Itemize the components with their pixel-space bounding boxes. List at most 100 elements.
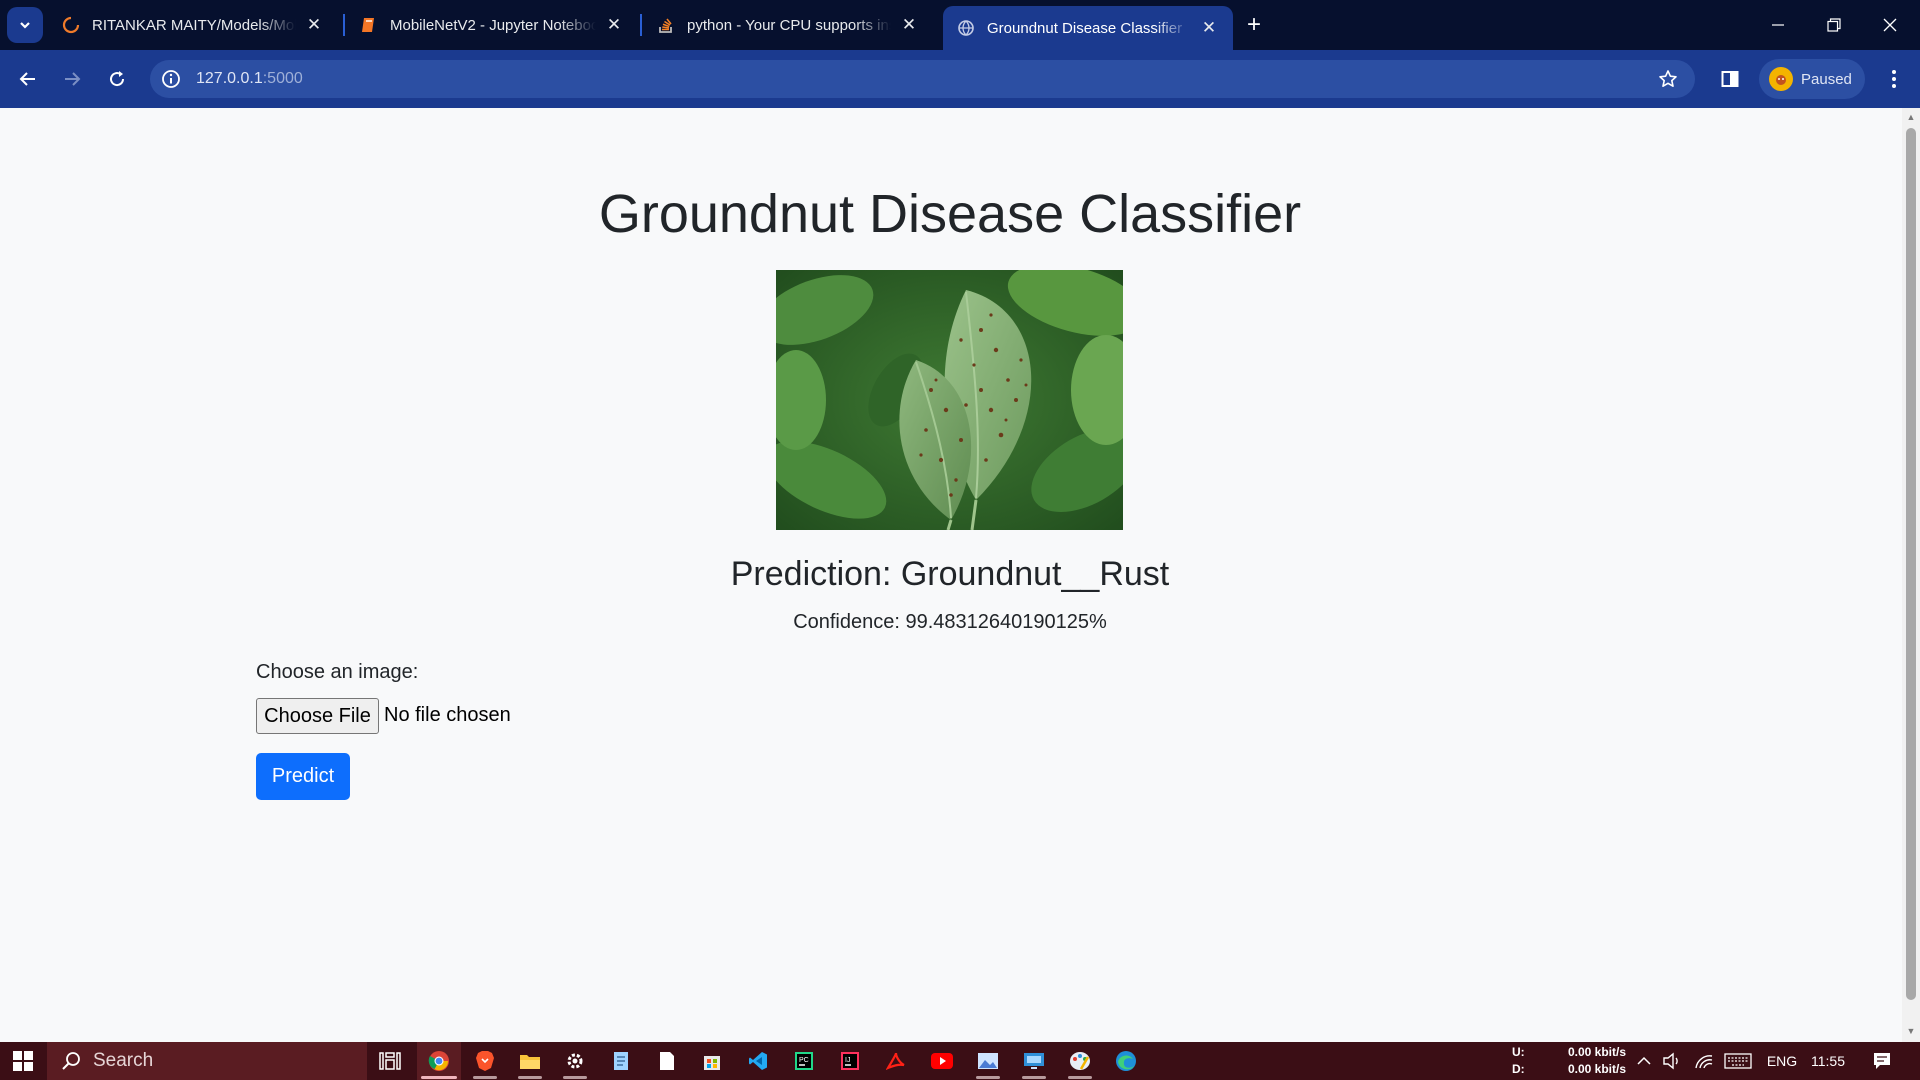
page-title: Groundnut Disease Classifier	[598, 184, 1302, 244]
running-indicator	[1022, 1076, 1046, 1079]
taskbar-app-document[interactable]	[645, 1042, 689, 1080]
wifi-icon	[1695, 1055, 1713, 1069]
tab-search-button[interactable]	[7, 7, 43, 43]
taskbar-app-file-explorer[interactable]	[508, 1042, 552, 1080]
pycharm-icon: PC	[795, 1052, 813, 1070]
network-speed-meter: U: 0.00 kbit/s D: 0.00 kbit/s	[1510, 1045, 1630, 1079]
keyboard-icon	[1724, 1053, 1752, 1069]
chevron-up-icon	[1637, 1056, 1651, 1065]
search-placeholder: Search	[93, 1050, 154, 1071]
paint-icon	[1070, 1052, 1090, 1070]
acrobat-icon	[886, 1052, 905, 1070]
running-indicator	[421, 1076, 457, 1079]
taskbar-app-vscode[interactable]	[736, 1042, 780, 1080]
taskbar-app-intellij[interactable]: IJ	[828, 1042, 872, 1080]
predict-button[interactable]: Predict	[256, 753, 350, 800]
tab-separator	[343, 14, 345, 36]
url-text[interactable]: 127.0.0.1:5000	[196, 70, 303, 88]
more-vert-icon	[1892, 70, 1896, 88]
page-scrollbar[interactable]: ▲ ▼	[1902, 108, 1920, 1042]
task-view-button[interactable]	[368, 1042, 412, 1080]
forward-button[interactable]	[56, 63, 88, 95]
new-tab-button[interactable]: +	[1240, 11, 1268, 39]
volume-button[interactable]	[1660, 1042, 1684, 1080]
tab-title: RITANKAR MAITY/Models/Mob	[92, 16, 296, 34]
file-explorer-icon	[520, 1055, 540, 1069]
taskbar-app-photos[interactable]	[966, 1042, 1010, 1080]
youtube-icon	[931, 1053, 953, 1069]
star-icon[interactable]	[1657, 68, 1679, 90]
task-view-icon	[379, 1052, 401, 1070]
close-window-button[interactable]	[1862, 0, 1918, 50]
document-icon	[660, 1052, 674, 1070]
running-indicator	[1068, 1076, 1092, 1079]
scroll-down-icon[interactable]: ▼	[1906, 1026, 1916, 1036]
site-info-icon[interactable]	[160, 68, 182, 90]
scroll-up-icon[interactable]: ▲	[1906, 112, 1916, 122]
taskbar-app-remote-desktop[interactable]	[1012, 1042, 1056, 1080]
address-bar[interactable]: 127.0.0.1:5000	[150, 60, 1695, 98]
profile-button[interactable]: Paused	[1759, 59, 1865, 99]
tab-github[interactable]: RITANKAR MAITY/Models/Mob ✕	[48, 0, 338, 50]
tab-stackoverflow[interactable]: python - Your CPU supports ins ✕	[643, 0, 933, 50]
taskbar-app-youtube[interactable]	[920, 1042, 964, 1080]
close-icon[interactable]: ✕	[302, 13, 326, 37]
show-hidden-icons-button[interactable]	[1634, 1042, 1654, 1080]
minimize-button[interactable]	[1750, 0, 1806, 50]
jupyter-notebook-icon	[360, 16, 378, 34]
taskbar-app-acrobat[interactable]	[874, 1042, 918, 1080]
chrome-icon	[428, 1051, 449, 1071]
taskbar-app-settings[interactable]	[553, 1042, 597, 1080]
search-icon	[61, 1051, 81, 1071]
keyboard-button[interactable]	[1722, 1042, 1754, 1080]
language-indicator[interactable]: ENG	[1765, 1042, 1799, 1080]
close-icon[interactable]: ✕	[1197, 16, 1221, 40]
side-panel-button[interactable]	[1716, 65, 1744, 93]
browser-menu-button[interactable]	[1880, 64, 1908, 94]
taskbar-app-paint[interactable]	[1058, 1042, 1102, 1080]
profile-status: Paused	[1801, 70, 1852, 88]
taskbar-app-store[interactable]	[690, 1042, 734, 1080]
restore-icon	[1827, 18, 1841, 32]
intellij-icon: IJ	[841, 1052, 859, 1070]
minimize-icon	[1772, 24, 1784, 26]
taskbar-search[interactable]: Search	[47, 1042, 367, 1080]
notifications-button[interactable]	[1868, 1042, 1896, 1080]
svg-text:PC: PC	[799, 1057, 809, 1064]
taskbar-app-pycharm[interactable]: PC	[782, 1042, 826, 1080]
prediction-text: Prediction: Groundnut__Rust	[730, 555, 1170, 593]
scrollbar-thumb[interactable]	[1906, 128, 1916, 1000]
store-icon	[704, 1056, 720, 1070]
restore-button[interactable]	[1806, 0, 1862, 50]
download-label: D:	[1512, 1062, 1525, 1076]
file-status-text: No file chosen	[384, 704, 511, 726]
start-button[interactable]	[0, 1042, 45, 1080]
close-icon	[1883, 18, 1897, 32]
clock[interactable]: 11:55	[1806, 1042, 1850, 1080]
reload-icon	[110, 71, 125, 87]
taskbar-app-chrome[interactable]	[417, 1042, 461, 1080]
tab-jupyter[interactable]: MobileNetV2 - Jupyter Noteboo ✕	[346, 0, 638, 50]
taskbar-app-brave[interactable]	[463, 1042, 507, 1080]
wifi-button[interactable]	[1692, 1042, 1716, 1080]
tab-title: Groundnut Disease Classifier	[987, 19, 1183, 37]
reload-button[interactable]	[101, 63, 133, 95]
vscode-icon	[749, 1052, 767, 1070]
back-button[interactable]	[12, 63, 44, 95]
clock-time: 11:55	[1811, 1053, 1845, 1069]
settings-icon	[567, 1053, 583, 1069]
edge-icon	[1116, 1051, 1136, 1071]
running-indicator	[473, 1076, 497, 1079]
avatar	[1769, 67, 1793, 91]
windows-logo-icon	[12, 1051, 33, 1071]
taskbar-app-notepad[interactable]	[599, 1042, 643, 1080]
close-icon[interactable]: ✕	[602, 13, 626, 37]
close-icon[interactable]: ✕	[897, 13, 921, 37]
choose-image-label: Choose an image:	[256, 661, 419, 683]
taskbar-app-edge[interactable]	[1104, 1042, 1148, 1080]
running-indicator	[518, 1076, 542, 1079]
loading-spinner-icon	[62, 16, 80, 34]
choose-file-button[interactable]: Choose File	[256, 698, 379, 734]
photos-icon	[978, 1053, 998, 1069]
tab-groundnut-classifier[interactable]: Groundnut Disease Classifier ✕	[943, 6, 1233, 50]
